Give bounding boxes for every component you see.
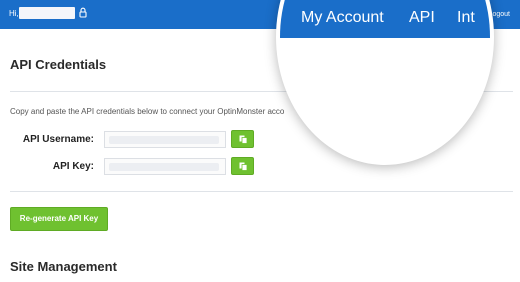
redacted-value bbox=[109, 163, 219, 171]
api-username-field[interactable] bbox=[104, 131, 226, 148]
api-username-label: API Username: bbox=[22, 134, 94, 145]
lock-icon[interactable] bbox=[79, 7, 87, 18]
regenerate-api-key-button[interactable]: Re-generate API Key bbox=[10, 207, 108, 231]
api-credentials-title: API Credentials bbox=[10, 57, 107, 72]
greeting-text: Hi, bbox=[9, 9, 19, 18]
site-management-title: Site Management bbox=[10, 259, 117, 274]
copy-username-button[interactable] bbox=[231, 130, 254, 148]
instructions-text: Copy and paste the API credentials below… bbox=[10, 107, 285, 116]
redacted-value bbox=[109, 136, 219, 144]
logout-label: Logout bbox=[488, 11, 510, 18]
nav-api[interactable]: API bbox=[409, 9, 435, 27]
magnifier-callout: My Account API Int bbox=[280, 0, 490, 161]
copy-key-button[interactable] bbox=[231, 157, 254, 175]
divider bbox=[10, 191, 513, 192]
copy-icon bbox=[239, 135, 248, 144]
nav-integrations[interactable]: Int bbox=[457, 9, 475, 27]
magnified-nav-bar: My Account API Int bbox=[280, 0, 490, 38]
nav-my-account[interactable]: My Account bbox=[301, 9, 384, 27]
username-redacted bbox=[19, 7, 75, 19]
api-key-field[interactable] bbox=[104, 158, 226, 175]
copy-icon bbox=[239, 162, 248, 171]
api-key-label: API Key: bbox=[52, 161, 94, 172]
